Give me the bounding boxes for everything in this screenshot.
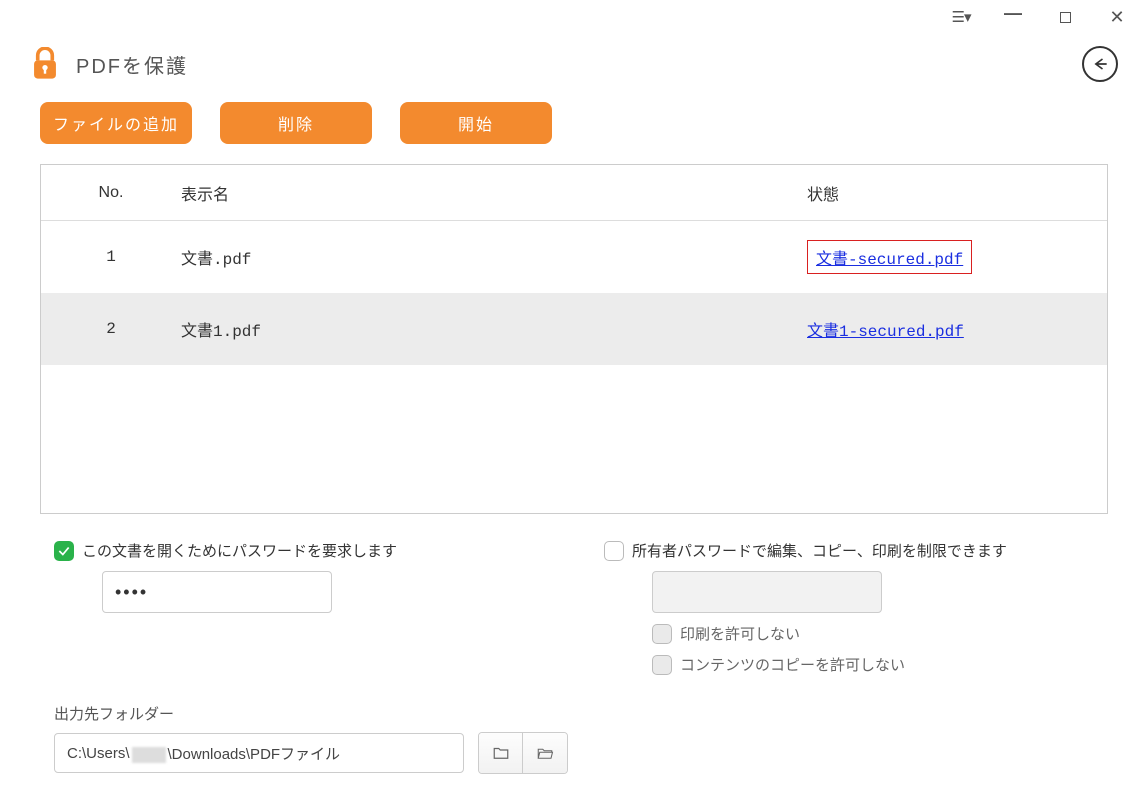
owner-password-checkbox[interactable] — [604, 541, 624, 561]
disallow-print-label: 印刷を許可しない — [680, 623, 800, 644]
table-row[interactable]: 2 文書1.pdf 文書1-secured.pdf — [41, 293, 1107, 365]
add-file-button[interactable]: ファイルの追加 — [40, 102, 192, 144]
file-table: No. 表示名 状態 1 文書.pdf 文書-secured.pdf 2 文書1… — [40, 164, 1108, 514]
options-panel: この文書を開くためにパスワードを要求します •••• 所有者パスワードで編集、コ… — [0, 514, 1148, 675]
browse-folder-button[interactable] — [479, 733, 523, 773]
col-name: 表示名 — [181, 181, 807, 205]
open-password-label: この文書を開くためにパスワードを要求します — [82, 540, 397, 561]
minimize-button[interactable]: — — [998, 0, 1028, 28]
owner-password-input[interactable] — [652, 571, 882, 613]
cell-no: 2 — [41, 320, 181, 338]
open-password-input[interactable]: •••• — [102, 571, 332, 613]
cell-no: 1 — [41, 248, 181, 266]
window-titlebar: ☰▾ — ✕ — [0, 0, 1148, 34]
close-button[interactable]: ✕ — [1102, 2, 1132, 32]
output-path-input[interactable]: C:\Users\\Downloads\PDFファイル — [54, 733, 464, 773]
output-section: 出力先フォルダー C:\Users\\Downloads\PDFファイル — [0, 675, 1148, 774]
disallow-copy-label: コンテンツのコピーを許可しない — [680, 654, 905, 675]
table-header: No. 表示名 状態 — [41, 165, 1107, 221]
delete-button[interactable]: 削除 — [220, 102, 372, 144]
open-password-checkbox[interactable] — [54, 541, 74, 561]
disallow-copy-checkbox[interactable] — [652, 655, 672, 675]
output-folder-label: 出力先フォルダー — [54, 703, 1094, 724]
back-button[interactable] — [1082, 46, 1118, 82]
cell-name: 文書.pdf — [181, 245, 807, 269]
lock-icon — [30, 47, 60, 81]
toolbar: ファイルの追加 削除 開始 — [0, 102, 1148, 164]
menu-icon[interactable]: ☰▾ — [946, 2, 976, 32]
redacted-segment — [132, 747, 166, 763]
page-title: PDFを保護 — [76, 50, 188, 79]
maximize-button[interactable] — [1050, 2, 1080, 32]
cell-name: 文書1.pdf — [181, 317, 807, 341]
col-no: No. — [41, 184, 181, 202]
open-folder-button[interactable] — [523, 733, 567, 773]
table-row[interactable]: 1 文書.pdf 文書-secured.pdf — [41, 221, 1107, 293]
start-button[interactable]: 開始 — [400, 102, 552, 144]
col-status: 状態 — [807, 181, 1107, 205]
disallow-print-checkbox[interactable] — [652, 624, 672, 644]
status-link[interactable]: 文書-secured.pdf — [807, 240, 972, 274]
status-link[interactable]: 文書1-secured.pdf — [807, 323, 964, 341]
owner-password-label: 所有者パスワードで編集、コピー、印刷を制限できます — [632, 540, 1007, 561]
page-header: PDFを保護 — [0, 34, 1148, 102]
